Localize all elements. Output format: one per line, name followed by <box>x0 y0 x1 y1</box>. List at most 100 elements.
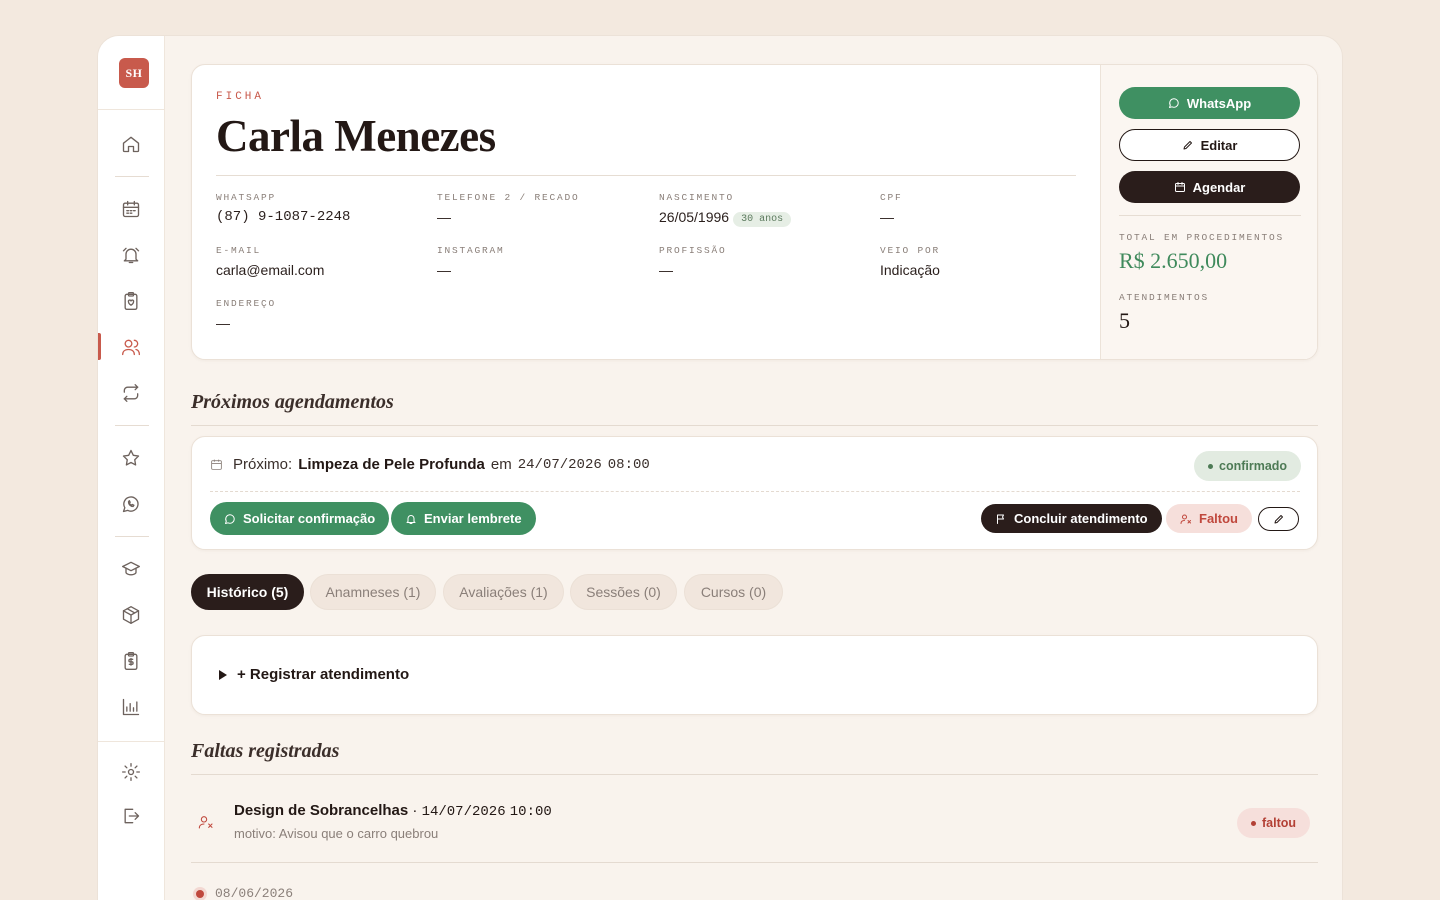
tab-courses[interactable]: Cursos (0) <box>684 574 783 610</box>
field-value: Indicação <box>880 262 940 278</box>
status-badge: confirmado <box>1194 451 1302 481</box>
bar-chart-icon[interactable] <box>120 696 142 718</box>
star-icon[interactable] <box>120 447 142 469</box>
calendar-icon[interactable] <box>120 198 142 220</box>
tab-sessions[interactable]: Sessões (0) <box>570 574 677 610</box>
profile-details: FICHA Carla Menezes WHATSAPP (87) 9-1087… <box>192 65 1100 359</box>
whatsapp-button[interactable]: WhatsApp <box>1119 87 1300 119</box>
field-profession: PROFISSÃO — <box>659 245 727 278</box>
profile-eyebrow: FICHA <box>216 91 265 103</box>
expand-triangle-icon <box>219 669 227 680</box>
timeline-dot <box>193 887 207 900</box>
clipboard-heart-icon[interactable] <box>120 290 142 312</box>
bell-icon <box>406 514 416 524</box>
complete-appointment-button[interactable]: Concluir atendimento <box>981 504 1162 533</box>
complete-appointment-label: Concluir atendimento <box>1014 511 1148 526</box>
schedule-button-label: Agendar <box>1192 179 1246 195</box>
active-indicator <box>98 333 101 360</box>
absence-status-label: faltou <box>1262 816 1297 830</box>
appointment-prefix: Próximo: <box>233 456 293 473</box>
missed-button-label: Faltou <box>1199 511 1238 526</box>
pencil-icon <box>1183 141 1192 150</box>
appointment-procedure: Limpeza de Pele Profunda <box>298 456 485 473</box>
gear-icon[interactable] <box>120 761 142 783</box>
field-value: — <box>216 315 230 331</box>
repeat-icon[interactable] <box>120 382 142 404</box>
pencil-icon <box>1274 515 1283 524</box>
sidebar-divider <box>115 536 149 537</box>
status-dot <box>1208 463 1213 469</box>
send-reminder-label: Enviar lembrete <box>424 511 522 526</box>
field-instagram: INSTAGRAM — <box>437 245 505 278</box>
whatsapp-button-label: WhatsApp <box>1186 95 1252 111</box>
field-birth: NASCIMENTO 26/05/1996 30 anos <box>659 192 792 227</box>
box-icon[interactable] <box>120 604 142 626</box>
sidebar-divider <box>115 176 149 177</box>
tab-evaluations[interactable]: Avaliações (1) <box>443 574 564 610</box>
field-value: carla@email.com <box>216 262 325 278</box>
appointment-time: 08:00 <box>607 456 650 473</box>
register-label: + Registrar atendimento <box>237 666 410 683</box>
client-profile-card: FICHA Carla Menezes WHATSAPP (87) 9-1087… <box>191 64 1318 360</box>
field-phone2: TELEFONE 2 / RECADO — <box>437 192 580 225</box>
field-value: 26/05/1996 30 anos <box>659 209 792 227</box>
app-window: SH FICHA Carla Menezes WHATSAPP (87) 9-1… <box>97 35 1343 900</box>
field-label: INSTAGRAM <box>437 245 505 256</box>
section-divider <box>191 425 1318 426</box>
register-appointment-panel[interactable]: + Registrar atendimento <box>191 635 1318 715</box>
stats-divider <box>1119 215 1301 216</box>
section-divider <box>191 862 1318 863</box>
sidebar-divider <box>98 109 165 110</box>
field-label: WHATSAPP <box>216 192 277 203</box>
whatsapp-icon <box>225 513 235 524</box>
field-label: ENDEREÇO <box>216 298 277 309</box>
total-label: TOTAL EM PROCEDIMENTOS <box>1119 232 1285 243</box>
age-badge: 30 anos <box>733 212 792 227</box>
whatsapp-icon[interactable] <box>120 493 142 515</box>
upcoming-title: Próximos agendamentos <box>191 391 394 413</box>
sidebar-divider <box>115 425 149 426</box>
visits-value: 5 <box>1119 308 1130 333</box>
whatsapp-icon <box>1168 98 1179 108</box>
absence-separator: · <box>412 802 418 819</box>
field-email: E-MAIL carla@email.com <box>216 245 324 278</box>
logout-icon[interactable] <box>120 805 142 827</box>
field-referral: VEIO POR Indicação <box>880 245 940 278</box>
clipboard-dollar-icon[interactable] <box>120 650 142 672</box>
missed-button[interactable]: Faltou <box>1166 504 1252 533</box>
absences-title: Faltas registradas <box>191 740 340 762</box>
tab-history[interactable]: Histórico (5) <box>191 574 304 610</box>
appointment-summary: Próximo: Limpeza de Pele Profunda em 24/… <box>210 456 650 473</box>
absence-reason: motivo: Avisou que o carro quebrou <box>234 826 439 841</box>
birth-date: 26/05/1996 <box>659 209 730 225</box>
flag-icon <box>997 514 1004 524</box>
section-divider <box>191 774 1318 775</box>
profile-actions-panel: WhatsApp Editar Agendar TOTAL EM PROCEDI… <box>1100 65 1317 359</box>
tab-anamneses[interactable]: Anamneses (1) <box>310 574 436 610</box>
field-label: VEIO POR <box>880 245 941 256</box>
home-icon[interactable] <box>120 133 142 155</box>
edit-appointment-button[interactable] <box>1258 507 1299 531</box>
absence-procedure: Design de Sobrancelhas <box>234 802 409 819</box>
calendar-icon <box>1174 182 1185 192</box>
field-label: CPF <box>880 192 903 203</box>
users-icon[interactable] <box>120 336 142 358</box>
history-date: 08/06/2026 <box>215 886 294 900</box>
appointment-date: 24/07/2026 <box>517 456 602 473</box>
graduation-cap-icon[interactable] <box>120 558 142 580</box>
edit-button[interactable]: Editar <box>1119 129 1300 161</box>
field-whatsapp: WHATSAPP (87) 9-1087-2248 <box>216 192 350 225</box>
field-value: — <box>437 262 451 278</box>
edit-button-label: Editar <box>1200 137 1238 153</box>
user-x-icon <box>1180 514 1191 524</box>
profile-divider <box>216 175 1076 176</box>
alarm-icon[interactable] <box>120 244 142 266</box>
send-reminder-button[interactable]: Enviar lembrete <box>391 502 536 535</box>
brand-logo[interactable]: SH <box>119 58 149 88</box>
absence-date: 14/07/2026 <box>421 804 506 820</box>
register-toggle[interactable]: + Registrar atendimento <box>219 666 409 683</box>
status-dot <box>1251 820 1256 826</box>
request-confirmation-button[interactable]: Solicitar confirmação <box>210 502 390 535</box>
total-value: R$ 2.650,00 <box>1119 248 1228 273</box>
schedule-button[interactable]: Agendar <box>1119 171 1300 203</box>
